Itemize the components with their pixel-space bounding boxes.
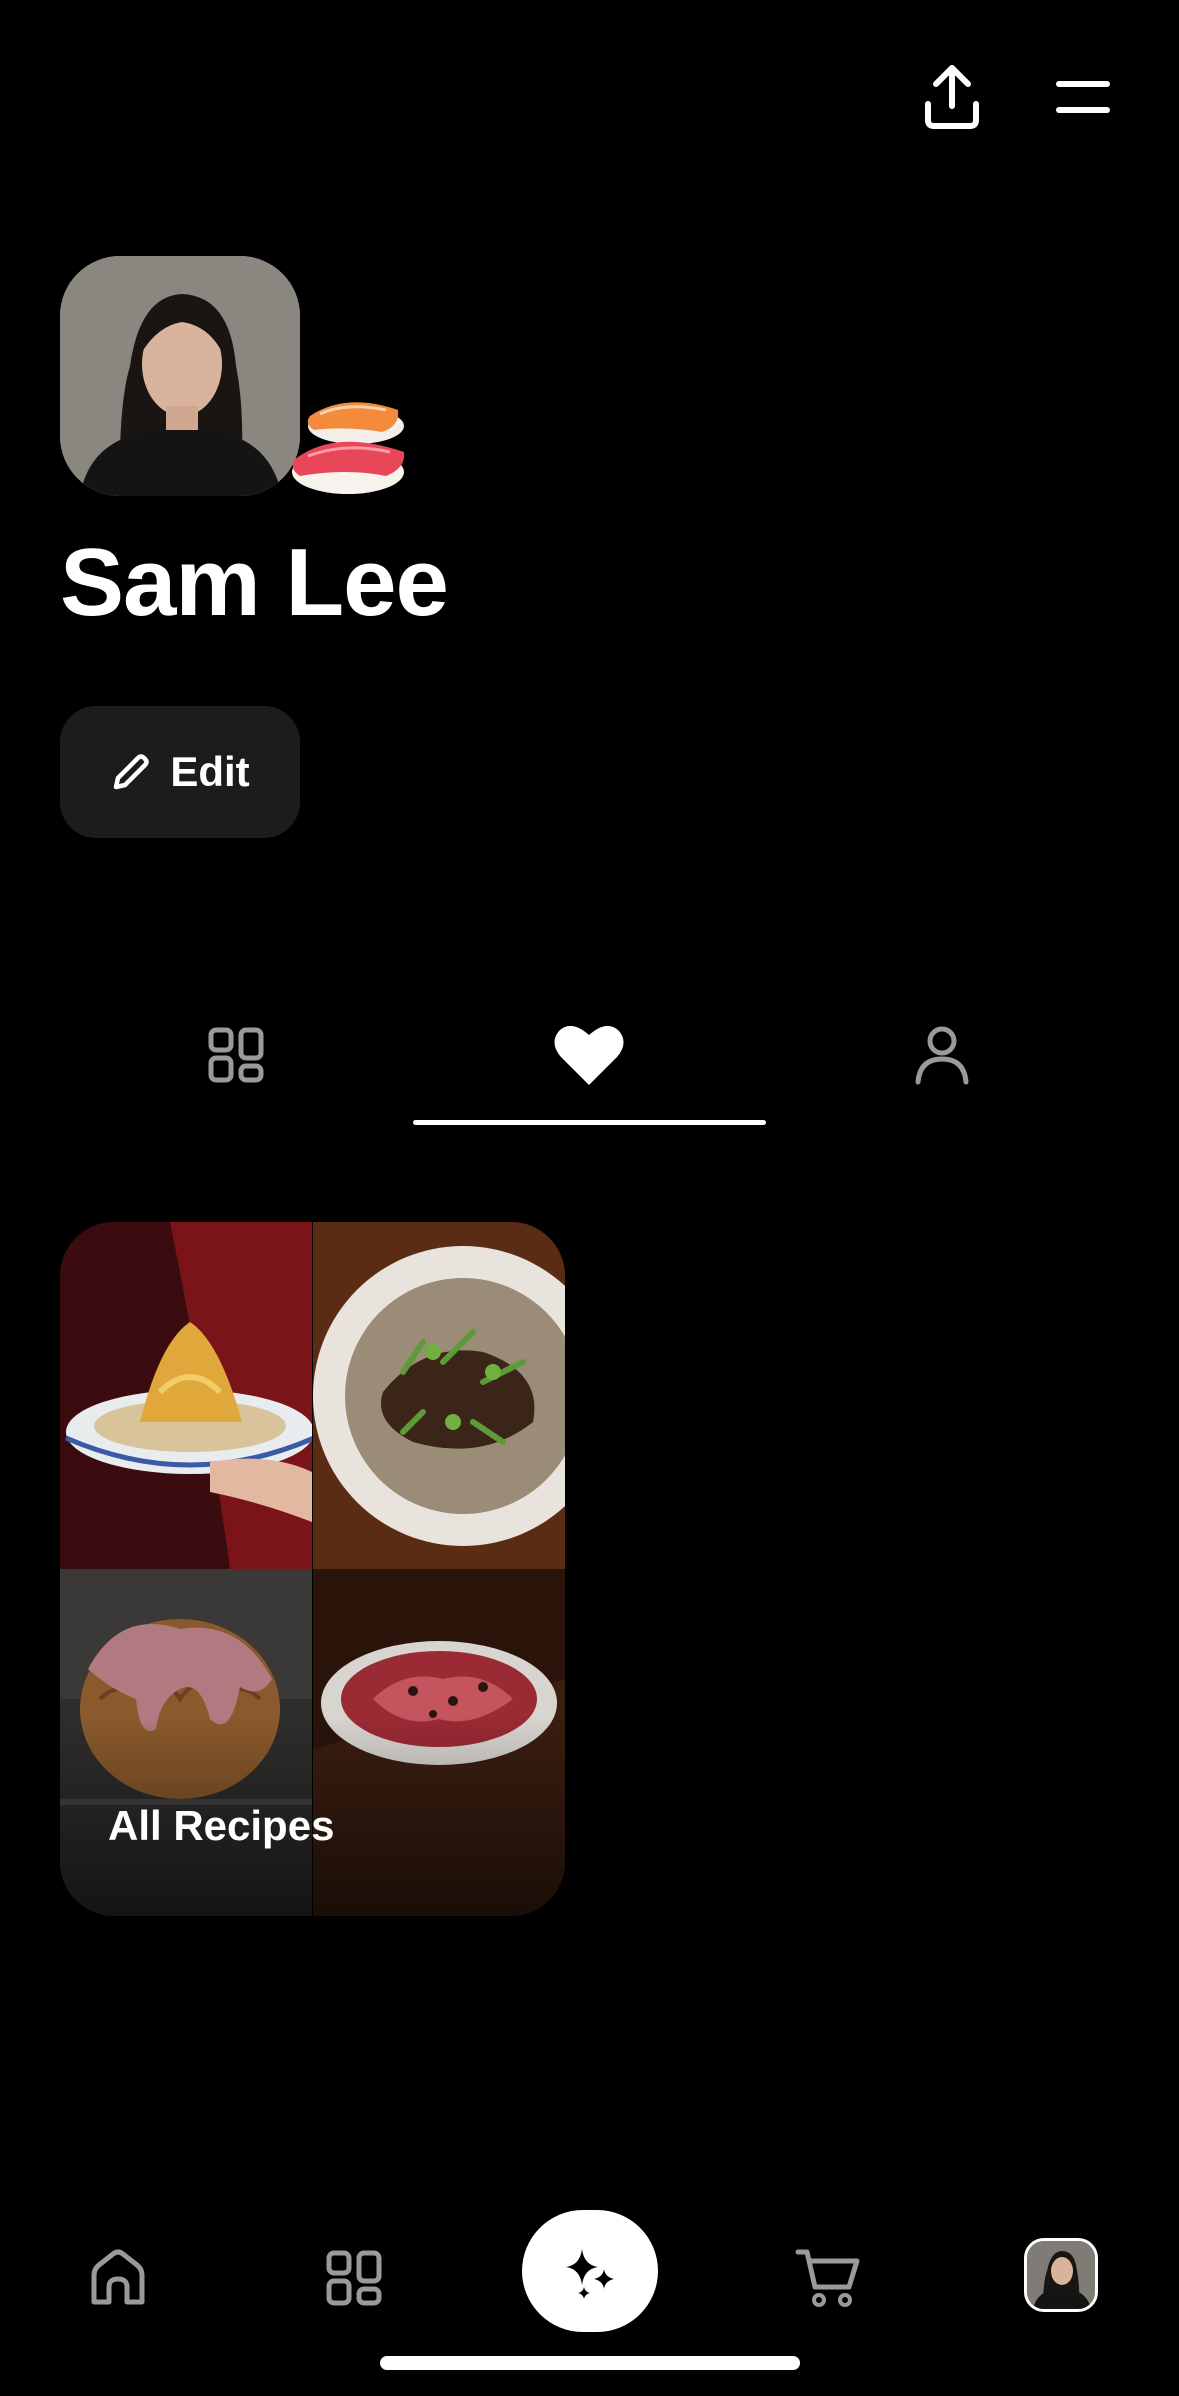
menu-button[interactable] xyxy=(1040,62,1126,132)
nav-browse[interactable] xyxy=(314,2238,394,2318)
edit-profile-button[interactable]: Edit xyxy=(60,706,300,838)
nav-profile[interactable] xyxy=(1024,2238,1098,2312)
tab-following[interactable] xyxy=(766,990,1118,1120)
avatar xyxy=(60,256,300,496)
tab-grid[interactable] xyxy=(60,990,412,1120)
person-icon xyxy=(915,1026,969,1085)
nav-home[interactable] xyxy=(78,2238,158,2318)
home-icon xyxy=(91,2249,145,2305)
cart-icon xyxy=(795,2249,860,2307)
home-indicator xyxy=(380,2356,800,2370)
nav-cart[interactable] xyxy=(788,2238,868,2318)
sushi-icon xyxy=(292,402,405,494)
profile-avatar[interactable] xyxy=(60,256,405,496)
collection-card[interactable]: All Recipes xyxy=(60,1222,565,1916)
edit-label: Edit xyxy=(170,748,250,795)
nav-create[interactable] xyxy=(522,2210,658,2332)
active-tab-indicator xyxy=(413,1120,766,1125)
recipe-thumbnail xyxy=(313,1222,565,1569)
hamburger-icon xyxy=(1056,81,1110,113)
bottom-nav xyxy=(0,2200,1179,2350)
heart-icon xyxy=(554,1025,624,1085)
collection-title: All Recipes xyxy=(108,1802,335,1849)
profile-name: Sam Lee xyxy=(60,529,449,636)
grid-icon xyxy=(208,1027,264,1083)
share-icon xyxy=(925,65,979,129)
tab-liked[interactable] xyxy=(412,990,766,1120)
sparkle-icon xyxy=(566,2249,614,2299)
grid-icon xyxy=(326,2250,382,2306)
recipe-thumbnail xyxy=(60,1222,312,1569)
share-button[interactable] xyxy=(912,52,992,142)
pencil-icon xyxy=(114,754,150,790)
avatar xyxy=(1027,2241,1095,2309)
